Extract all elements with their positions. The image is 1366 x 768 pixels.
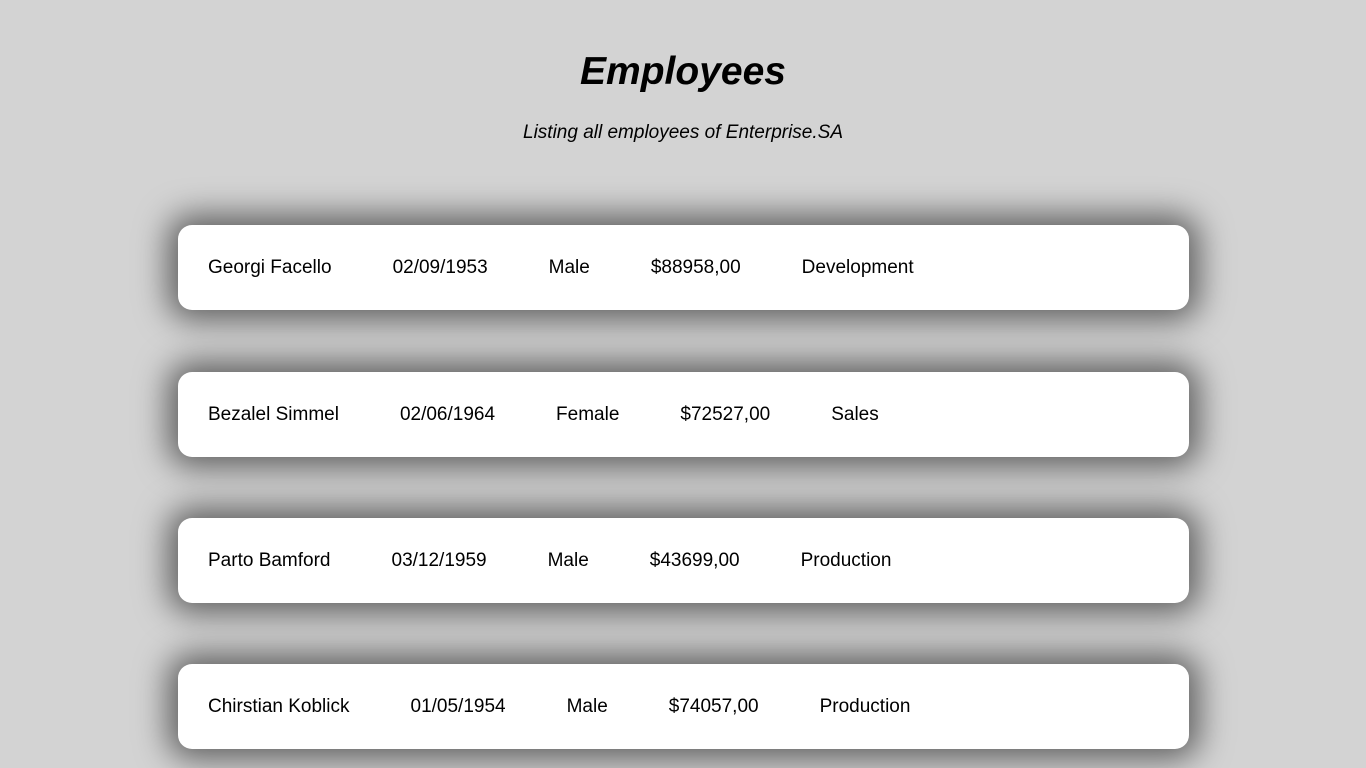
- employee-birth-date: 01/05/1954: [410, 695, 506, 717]
- employee-birth-date: 03/12/1959: [391, 549, 487, 571]
- employee-card[interactable]: Chirstian Koblick 01/05/1954 Male $74057…: [178, 664, 1189, 749]
- employee-salary: $88958,00: [650, 256, 741, 278]
- employee-gender: Male: [566, 695, 608, 717]
- employee-name: Parto Bamford: [208, 549, 331, 571]
- employee-salary: $72527,00: [680, 403, 771, 425]
- employee-name: Chirstian Koblick: [208, 695, 350, 717]
- employee-department: Production: [800, 549, 892, 571]
- employee-card[interactable]: Parto Bamford 03/12/1959 Male $43699,00 …: [178, 518, 1189, 603]
- employee-birth-date: 02/06/1964: [399, 403, 496, 425]
- employee-name: Georgi Facello: [208, 256, 332, 278]
- employee-salary: $74057,00: [668, 695, 759, 717]
- employee-name: Bezalel Simmel: [208, 403, 339, 425]
- employee-department: Development: [801, 256, 914, 278]
- employee-gender: Male: [547, 549, 589, 571]
- employee-card[interactable]: Bezalel Simmel 02/06/1964 Female $72527,…: [178, 372, 1189, 457]
- employee-department: Sales: [831, 403, 879, 425]
- employee-salary: $43699,00: [649, 549, 740, 571]
- employee-birth-date: 02/09/1953: [392, 256, 488, 278]
- employee-department: Production: [819, 695, 911, 717]
- employee-gender: Female: [556, 403, 620, 425]
- employee-card[interactable]: Georgi Facello 02/09/1953 Male $88958,00…: [178, 225, 1189, 310]
- page-title: Employees: [580, 50, 786, 93]
- page-subtitle: Listing all employees of Enterprise.SA: [523, 122, 843, 143]
- employee-gender: Male: [548, 256, 590, 278]
- employees-page: Employees Listing all employees of Enter…: [0, 0, 1366, 768]
